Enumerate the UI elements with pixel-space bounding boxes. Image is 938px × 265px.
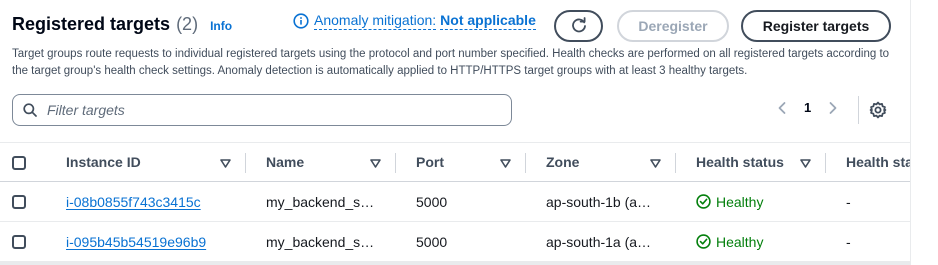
column-divider[interactable]	[525, 153, 526, 173]
sort-icon[interactable]	[650, 159, 661, 168]
targets-table: Instance ID Name Port Zone Health status…	[0, 142, 910, 262]
chevron-left-icon[interactable]	[776, 101, 788, 115]
instance-id-link[interactable]: i-08b0855f743c3415c	[66, 194, 201, 210]
check-circle-icon	[696, 194, 711, 209]
sort-icon[interactable]	[220, 159, 231, 168]
health-details-cell: -	[846, 193, 851, 210]
health-status-label: Healthy	[716, 193, 764, 210]
table-row[interactable]: i-095b45b54519e96b9 my_backend_s… 5000 a…	[0, 222, 910, 262]
row-checkbox[interactable]	[12, 195, 26, 209]
column-divider[interactable]	[245, 153, 246, 173]
refresh-icon	[571, 17, 586, 33]
row-checkbox[interactable]	[12, 235, 26, 249]
column-instance-id[interactable]: Instance ID	[66, 143, 141, 181]
column-divider[interactable]	[675, 153, 676, 173]
info-link[interactable]: Info	[210, 19, 232, 33]
register-targets-button[interactable]: Register targets	[741, 10, 891, 42]
port-cell: 5000	[416, 193, 448, 210]
health-status-badge: Healthy	[696, 234, 763, 250]
name-cell: my_backend_s…	[266, 233, 375, 250]
anomaly-mitigation[interactable]: Anomaly mitigation: Not applicable	[293, 12, 536, 30]
pagination: 1	[776, 100, 839, 115]
target-count: (2)	[176, 14, 199, 34]
health-status-badge: Healthy	[696, 194, 763, 210]
anomaly-value: Not applicable	[440, 12, 536, 30]
refresh-button[interactable]	[554, 10, 603, 42]
table-row[interactable]: i-08b0855f743c3415c my_backend_s… 5000 a…	[0, 182, 910, 222]
info-icon	[293, 13, 309, 29]
settings-icon[interactable]	[869, 101, 887, 119]
port-cell: 5000	[416, 233, 448, 250]
anomaly-label: Anomaly mitigation:	[314, 12, 437, 30]
zone-cell: ap-south-1a (a…	[546, 233, 652, 250]
column-zone[interactable]: Zone	[546, 143, 579, 181]
filter-input[interactable]	[47, 102, 487, 118]
sort-icon[interactable]	[500, 159, 511, 168]
name-cell: my_backend_s…	[266, 193, 375, 210]
column-divider[interactable]	[825, 153, 826, 173]
health-status-label: Healthy	[716, 233, 764, 250]
header: Registered targets (2) Info	[12, 14, 232, 35]
registered-targets-panel: Registered targets (2) Info Anomaly miti…	[0, 0, 911, 265]
check-circle-icon	[696, 234, 711, 249]
description: Target groups route requests to individu…	[12, 48, 890, 77]
column-port[interactable]: Port	[416, 143, 444, 181]
column-divider[interactable]	[395, 153, 396, 173]
select-all-checkbox[interactable]	[12, 156, 26, 170]
sort-icon[interactable]	[370, 159, 381, 168]
filter-box[interactable]	[12, 94, 512, 126]
table-header: Instance ID Name Port Zone Health status…	[0, 142, 910, 182]
health-details-cell: -	[846, 233, 851, 250]
deregister-button[interactable]: Deregister	[617, 10, 729, 42]
column-health-status-details[interactable]: Health sta	[846, 143, 910, 181]
search-icon	[23, 103, 37, 117]
instance-id-link[interactable]: i-095b45b54519e96b9	[66, 234, 206, 250]
zone-cell: ap-south-1b (a…	[546, 193, 652, 210]
pagination-divider	[858, 96, 859, 124]
sort-icon[interactable]	[800, 159, 811, 168]
column-name[interactable]: Name	[266, 143, 304, 181]
chevron-right-icon[interactable]	[827, 101, 839, 115]
page-number[interactable]: 1	[804, 100, 811, 115]
column-health-status[interactable]: Health status	[696, 143, 784, 181]
page-title: Registered targets	[12, 14, 171, 34]
